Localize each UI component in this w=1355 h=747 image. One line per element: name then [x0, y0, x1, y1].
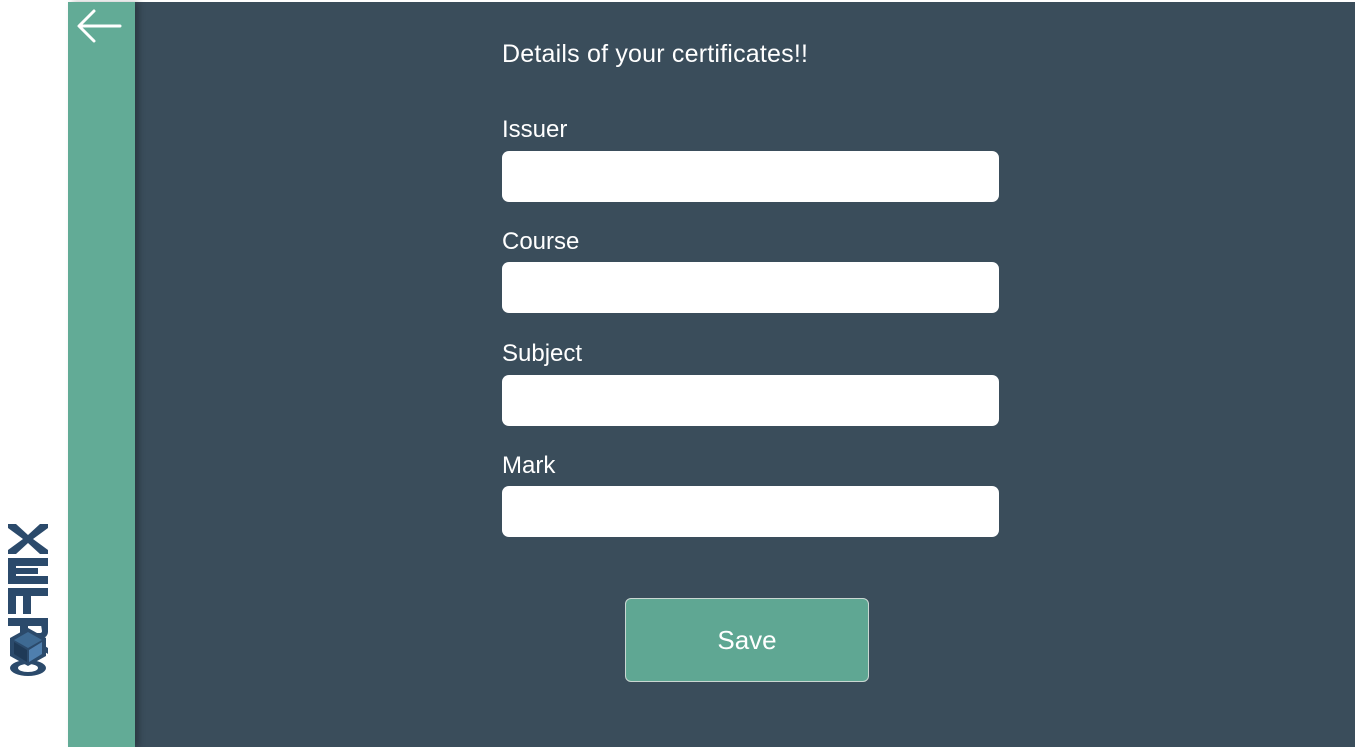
- app-window: Details of your certificates!! Issuer Co…: [0, 0, 1355, 747]
- main-panel: Details of your certificates!! Issuer Co…: [135, 2, 1355, 747]
- course-label: Course: [502, 228, 580, 255]
- arrow-left-icon: [77, 9, 122, 43]
- mark-input[interactable]: [502, 486, 999, 537]
- side-rail: [68, 2, 135, 747]
- logo-strip: [0, 0, 68, 747]
- issuer-label: Issuer: [502, 116, 568, 143]
- cortex-logo: [8, 524, 48, 676]
- back-button[interactable]: [74, 6, 122, 46]
- subject-input[interactable]: [502, 375, 999, 426]
- issuer-input[interactable]: [502, 151, 999, 202]
- subject-label: Subject: [502, 340, 583, 367]
- course-input[interactable]: [502, 262, 999, 313]
- mark-label: Mark: [502, 452, 556, 479]
- save-button[interactable]: Save: [625, 598, 869, 682]
- form-title: Details of your certificates!!: [502, 40, 809, 68]
